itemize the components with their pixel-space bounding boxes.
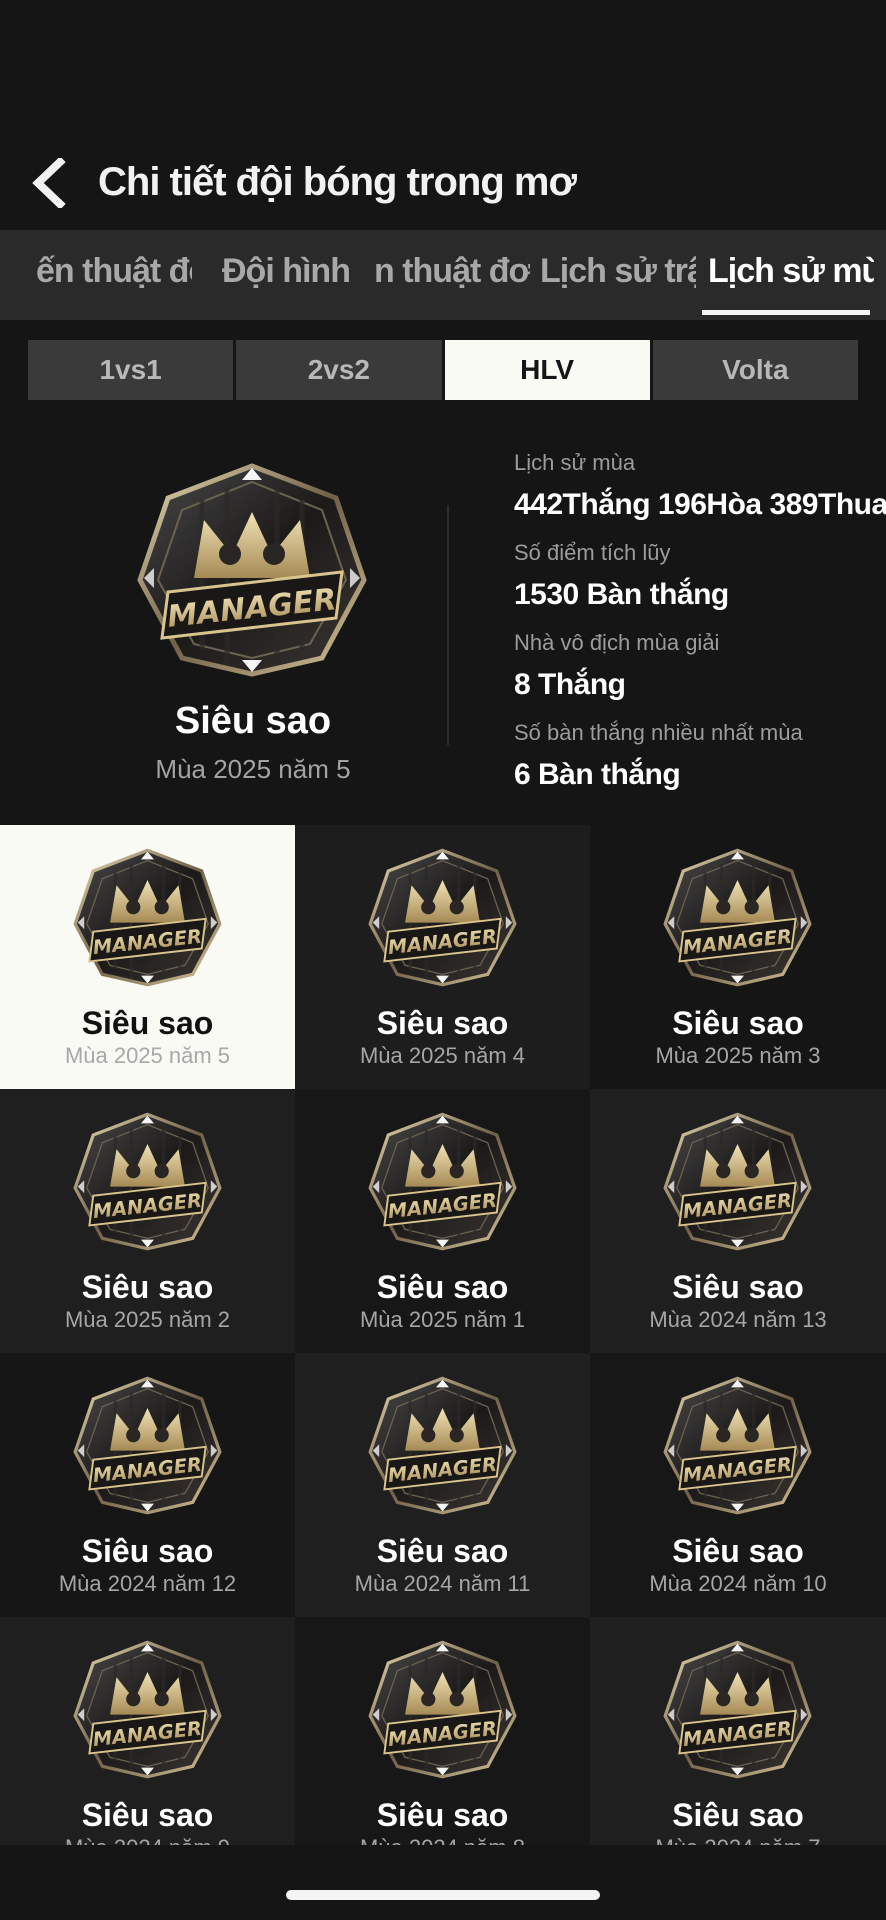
manager-badge-icon: MANAGER xyxy=(368,1376,517,1515)
season-card[interactable]: MANAGER Siêu sao Mùa 2024 năm 11 xyxy=(295,1353,590,1617)
season-card[interactable]: MANAGER Siêu sao Mùa 2025 năm 5 xyxy=(0,825,295,1089)
stat-value-season-history: 442Thắng 196Hòa 389Thua xyxy=(514,488,886,521)
season-card[interactable]: MANAGER Siêu sao Mùa 2024 năm 10 xyxy=(590,1353,886,1617)
mode-segmented-control: 1vs1 2vs2 HLV Volta xyxy=(28,340,858,400)
home-indicator[interactable] xyxy=(286,1890,600,1900)
tab-formation[interactable]: Đội hình xyxy=(222,230,362,320)
active-tab-indicator xyxy=(702,310,870,315)
season-rank: Siêu sao xyxy=(376,1797,509,1833)
manager-badge-icon: MANAGER xyxy=(663,1376,812,1515)
tab-tactics-single[interactable]: n thuật đơn xyxy=(374,230,530,320)
season-label: Mùa 2024 năm 10 xyxy=(649,1571,827,1596)
manager-badge-icon: MANAGER xyxy=(73,1640,222,1779)
season-card[interactable]: MANAGER Siêu sao Mùa 2024 năm 13 xyxy=(590,1089,886,1353)
back-button[interactable] xyxy=(30,156,70,210)
season-summary: MANAGER Siêu sao Mùa 2025 năm 5 Lịch sử … xyxy=(0,420,886,825)
tab-match-history[interactable]: Lịch sử trận xyxy=(540,230,696,320)
tab-bar: ến thuật độ Đội hình n thuật đơn Lịch sử… xyxy=(0,230,886,320)
manager-badge-icon: MANAGER xyxy=(73,1376,222,1515)
manager-badge-icon: MANAGER xyxy=(368,848,517,987)
season-label: Mùa 2025 năm 3 xyxy=(655,1043,821,1068)
manager-badge-icon: MANAGER xyxy=(663,1112,812,1251)
season-rank: Siêu sao xyxy=(81,1005,214,1041)
season-label: Mùa 2024 năm 7 xyxy=(590,1835,886,1845)
current-season: Mùa 2025 năm 5 xyxy=(155,754,351,784)
segment-volta[interactable]: Volta xyxy=(652,340,858,400)
chevron-left-icon xyxy=(32,156,66,210)
stat-label-champion: Nhà vô địch mùa giải xyxy=(514,630,720,655)
season-card[interactable]: MANAGER Siêu sao Mùa 2024 năm 8 xyxy=(295,1617,590,1845)
season-label: Mùa 2024 năm 12 xyxy=(58,1571,237,1596)
season-rank: Siêu sao xyxy=(81,1269,214,1305)
season-card[interactable]: MANAGER Siêu sao Mùa 2024 năm 7 xyxy=(590,1617,886,1845)
stat-label-most-goals: Số bàn thắng nhiều nhất mùa xyxy=(514,720,803,745)
manager-badge-icon: MANAGER xyxy=(73,848,222,987)
season-card[interactable]: MANAGER Siêu sao Mùa 2025 năm 1 xyxy=(295,1089,590,1353)
tab-tactics-team[interactable]: ến thuật độ xyxy=(36,230,192,320)
season-card[interactable]: MANAGER Siêu sao Mùa 2025 năm 2 xyxy=(0,1089,295,1353)
season-label: Mùa 2024 năm 8 xyxy=(295,1835,590,1845)
header: Chi tiết đội bóng trong mơ xyxy=(0,0,886,230)
stat-label-points: Số điểm tích lũy xyxy=(514,540,671,565)
stat-value-champion: 8 Thắng xyxy=(514,668,626,701)
season-card[interactable]: MANAGER Siêu sao Mùa 2024 năm 9 xyxy=(0,1617,295,1845)
season-label: Mùa 2025 năm 5 xyxy=(64,1043,231,1068)
season-label: Mùa 2024 năm 11 xyxy=(354,1571,531,1596)
season-label: Mùa 2025 năm 2 xyxy=(64,1307,231,1332)
current-rank: Siêu sao xyxy=(174,700,332,742)
segment-2vs2[interactable]: 2vs2 xyxy=(236,340,442,400)
season-label: Mùa 2024 năm 9 xyxy=(0,1835,295,1845)
page-title: Chi tiết đội bóng trong mơ xyxy=(98,160,577,204)
divider xyxy=(447,505,449,745)
season-label: Mùa 2024 năm 13 xyxy=(649,1307,827,1332)
season-card[interactable]: MANAGER Siêu sao Mùa 2024 năm 12 xyxy=(0,1353,295,1617)
stat-label-season-history: Lịch sử mùa xyxy=(514,450,636,475)
manager-badge-icon: MANAGER xyxy=(663,1640,812,1779)
season-rank: Siêu sao xyxy=(376,1005,509,1041)
season-card[interactable]: MANAGER Siêu sao Mùa 2025 năm 4 xyxy=(295,825,590,1089)
season-label: Mùa 2025 năm 1 xyxy=(359,1307,526,1332)
segment-hlv[interactable]: HLV xyxy=(444,340,650,400)
season-rank: Siêu sao xyxy=(376,1269,509,1305)
segment-1vs1[interactable]: 1vs1 xyxy=(28,340,234,400)
manager-badge-icon: MANAGER xyxy=(73,1112,222,1251)
manager-badge-icon: MANAGER xyxy=(663,848,812,987)
manager-badge-icon: MANAGER xyxy=(368,1112,517,1251)
tab-season-history[interactable]: Lịch sử mùa xyxy=(708,230,874,320)
season-rank: Siêu sao xyxy=(672,1533,804,1569)
season-rank: Siêu sao xyxy=(81,1533,214,1569)
stat-value-points: 1530 Bàn thắng xyxy=(514,578,729,611)
season-rank: Siêu sao xyxy=(672,1005,804,1041)
season-grid: MANAGER Siêu sao Mùa 2025 năm 5 MANAGER … xyxy=(0,825,886,1845)
stat-value-most-goals: 6 Bàn thắng xyxy=(514,758,681,791)
season-label: Mùa 2025 năm 4 xyxy=(359,1043,526,1068)
season-rank: Siêu sao xyxy=(672,1797,804,1833)
manager-badge-icon: MANAGER xyxy=(368,1640,517,1779)
season-rank: Siêu sao xyxy=(376,1533,509,1569)
season-card[interactable]: MANAGER Siêu sao Mùa 2025 năm 3 xyxy=(590,825,886,1089)
manager-badge-icon: MANAGER xyxy=(137,463,367,677)
season-rank: Siêu sao xyxy=(672,1269,804,1305)
home-bar-area xyxy=(0,1845,886,1920)
season-rank: Siêu sao xyxy=(81,1797,214,1833)
